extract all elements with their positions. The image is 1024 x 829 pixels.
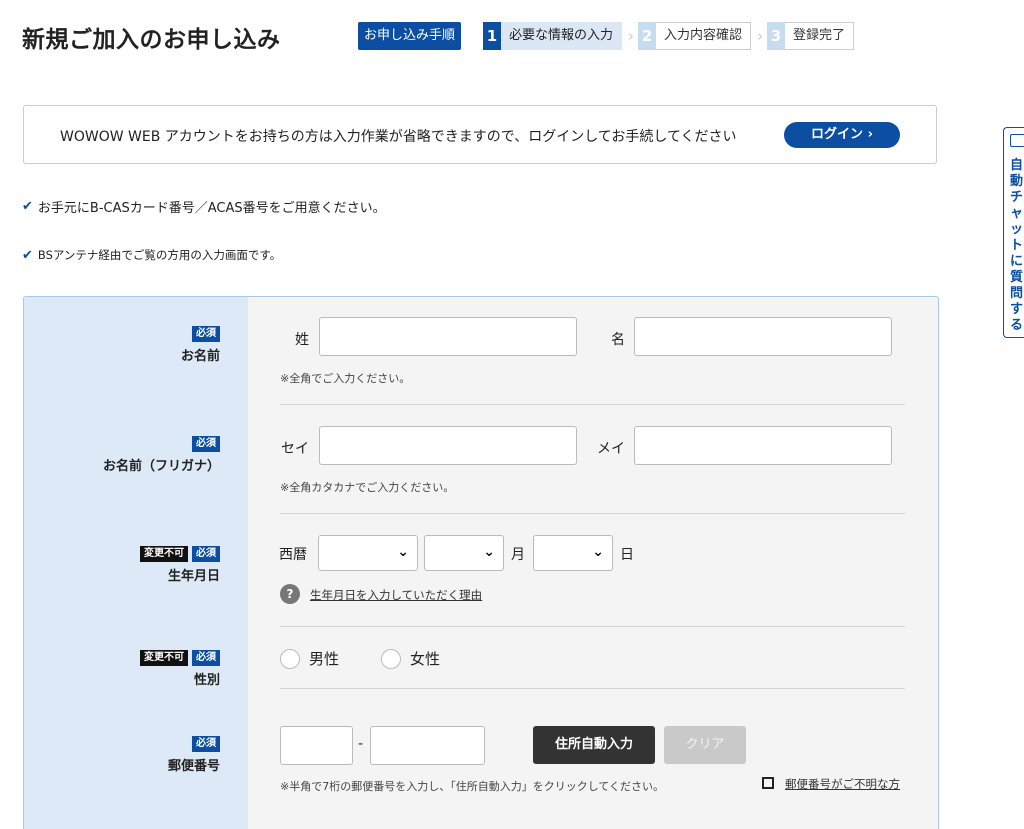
note-bs-antenna: ✔ BSアンテナ経由でご覧の方用の入力画面です。 (22, 247, 281, 263)
birthdate-label-block: 変更不可 必須 生年月日 (24, 541, 248, 584)
required-badge: 必須 (192, 546, 220, 562)
divider (280, 626, 905, 627)
first-name-input[interactable] (634, 317, 892, 356)
first-kana-label: メイ (597, 441, 625, 457)
question-icon: ? (280, 584, 300, 604)
postal-label: 郵便番号 (167, 759, 220, 774)
era-label: 西暦 (279, 547, 307, 563)
steps-label: お申し込み手順 (358, 22, 462, 50)
last-name-label: 姓 (295, 332, 309, 348)
chat-bubble-icon (1010, 134, 1024, 147)
chevron-down-icon: ⌄ (483, 544, 495, 560)
application-form: 必須 お名前 姓 名 ※全角でご入力ください。 必須 お名前（フリガナ） セイ … (23, 296, 939, 829)
gender-male-radio[interactable] (280, 649, 300, 669)
last-kana-label: セイ (281, 441, 309, 457)
chat-side-tab[interactable]: 自動チャットに質問する (1003, 127, 1024, 338)
kana-label-block: 必須 お名前（フリガナ） (24, 431, 248, 474)
postal-unknown-link[interactable]: 郵便番号がご不明な方 (785, 776, 900, 792)
kana-hint: ※全角カタカナでご入力ください。 (280, 481, 455, 494)
postal-label-block: 必須 郵便番号 (24, 731, 248, 774)
last-kana-input[interactable] (319, 426, 577, 465)
required-badge: 必須 (192, 650, 220, 666)
required-badge: 必須 (192, 326, 220, 342)
last-name-input[interactable] (319, 317, 577, 356)
chevron-right-icon: › (628, 27, 635, 45)
login-banner: WOWOW WEB アカウントをお持ちの方は入力作業が省略できますので、ログイン… (23, 105, 937, 164)
postal-hint: ※半角で7桁の郵便番号を入力し、「住所自動入力」をクリックしてください。 (280, 780, 665, 793)
step-complete: 3 登録完了 (767, 22, 855, 50)
birth-day-select[interactable]: ⌄ (533, 535, 613, 571)
postal-separator: - (358, 736, 364, 752)
day-label: 日 (620, 547, 634, 563)
gender-female-radio[interactable] (381, 649, 401, 669)
step-number: 1 (483, 22, 502, 50)
step-label: 必要な情報の入力 (501, 22, 623, 50)
fixed-badge: 変更不可 (140, 546, 188, 562)
fixed-badge: 変更不可 (140, 650, 188, 666)
note-text: BSアンテナ経由でご覧の方用の入力画面です。 (37, 248, 282, 262)
step-number: 2 (638, 22, 657, 50)
birthdate-label: 生年月日 (167, 569, 220, 584)
login-message: WOWOW WEB アカウントをお持ちの方は入力作業が省略できますので、ログイン… (60, 129, 737, 145)
name-label-block: 必須 お名前 (24, 321, 248, 364)
required-badge: 必須 (192, 736, 220, 752)
divider (280, 404, 905, 405)
note-bcas: ✔ お手元にB-CASカード番号／ACAS番号をご用意ください。 (22, 197, 386, 216)
birth-month-select[interactable]: ⌄ (424, 535, 504, 571)
gender-label-block: 変更不可 必須 性別 (24, 645, 248, 688)
month-label: 月 (511, 547, 525, 563)
side-tab-label: 自動チャットに質問する (1010, 158, 1024, 333)
check-icon: ✔ (22, 247, 33, 263)
login-button[interactable]: ログイン › (784, 122, 900, 148)
first-kana-input[interactable] (634, 426, 892, 465)
divider (280, 688, 905, 689)
progress-steps: お申し込み手順 1 必要な情報の入力 › 2 入力内容確認 › 3 登録完了 (358, 22, 855, 50)
auto-address-button[interactable]: 住所自動入力 (533, 726, 655, 764)
required-badge: 必須 (192, 436, 220, 452)
postal-code-part1-input[interactable] (280, 726, 353, 765)
birthdate-reason-link[interactable]: 生年月日を入力していただく理由 (310, 587, 482, 603)
gender-female-label[interactable]: 女性 (410, 648, 440, 669)
clear-button[interactable]: クリア (664, 726, 746, 764)
chevron-down-icon: ⌄ (592, 544, 604, 560)
name-hint: ※全角でご入力ください。 (280, 372, 411, 385)
gender-male-label[interactable]: 男性 (309, 648, 339, 669)
divider (280, 513, 905, 514)
step-confirm: 2 入力内容確認 (638, 22, 752, 50)
step-number: 3 (767, 22, 786, 50)
external-link-icon (762, 777, 774, 789)
step-label: 入力内容確認 (656, 22, 752, 50)
birth-year-select[interactable]: ⌄ (318, 535, 418, 571)
page-title: 新規ご加入のお申し込み (22, 27, 281, 53)
postal-code-part2-input[interactable] (370, 726, 485, 765)
chevron-right-icon: › (757, 27, 764, 45)
gender-label: 性別 (193, 673, 220, 688)
check-icon: ✔ (22, 199, 33, 214)
step-label: 登録完了 (785, 22, 855, 50)
kana-label: お名前（フリガナ） (102, 459, 220, 474)
step-input: 1 必要な情報の入力 (483, 22, 623, 50)
note-text: お手元にB-CASカード番号／ACAS番号をご用意ください。 (37, 201, 386, 216)
chevron-down-icon: ⌄ (397, 544, 409, 560)
name-label: お名前 (180, 349, 220, 364)
first-name-label: 名 (611, 332, 625, 348)
